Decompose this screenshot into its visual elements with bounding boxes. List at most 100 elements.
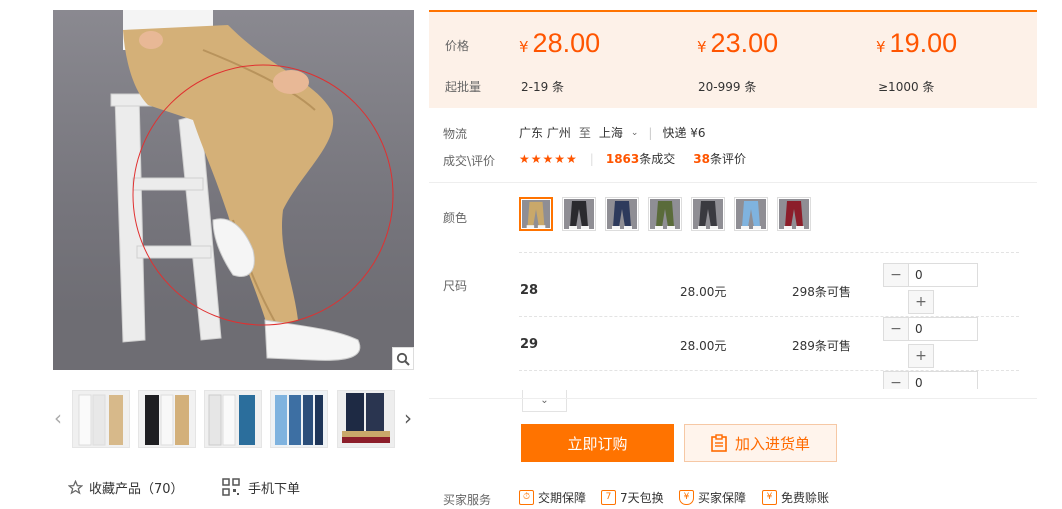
swatch-image — [522, 200, 550, 228]
deals-label: 成交\评价 — [443, 154, 496, 168]
swatch-image — [564, 199, 594, 229]
deal-count: 1863 — [605, 151, 640, 166]
thumbnail-image — [139, 391, 195, 447]
mobile-order-label: 手机下单 — [248, 481, 301, 497]
increase-button[interactable]: + — [908, 290, 934, 314]
thumbnail-image — [73, 391, 129, 447]
color-swatch-burgundy[interactable] — [777, 197, 811, 231]
color-swatch-dark-grey[interactable] — [691, 197, 725, 231]
size-stock: 289条可售 — [792, 339, 851, 353]
magnifier-icon — [396, 352, 410, 366]
size-row: − 0 — [519, 371, 1019, 389]
size-row: 29 28.00元 289条可售 − 0 + — [519, 317, 1019, 371]
rating-stars: ★★★★★ — [519, 151, 578, 166]
shield-icon: ¥ — [679, 489, 694, 505]
thumb-prev-button[interactable]: ‹ — [51, 404, 65, 432]
express-fee: 快递 ¥6 — [662, 126, 706, 140]
color-swatch-army-green[interactable] — [648, 197, 682, 231]
main-product-photo[interactable] — [53, 10, 414, 370]
ship-to-word: 至 — [578, 126, 591, 140]
size-label: 尺码 — [443, 279, 468, 293]
seven-days-icon: 7 — [601, 489, 616, 505]
price-value: 19.00 — [889, 28, 958, 58]
review-count: 38 — [693, 151, 710, 166]
size-price: 28.00元 — [680, 339, 727, 353]
price-tier-3: ¥ 19.00 — [876, 28, 957, 59]
quantity-range: 20-999 条 — [698, 80, 757, 94]
review-suffix[interactable]: 条评价 — [710, 150, 746, 167]
deals-row: ★★★★★ | 1863 条成交 38 条评价 — [519, 150, 746, 167]
service-item[interactable]: ⏱ 交期保障 — [519, 488, 586, 506]
service-label: 免费赊账 — [781, 490, 830, 505]
divider — [429, 182, 1037, 183]
clock-shield-icon: ⏱ — [519, 489, 534, 505]
thumbnail[interactable] — [204, 390, 262, 448]
service-label: 7天包换 — [620, 490, 664, 505]
price-value: 23.00 — [710, 28, 779, 58]
star-outline-icon — [68, 479, 83, 495]
divider — [429, 398, 1037, 399]
service-item[interactable]: ¥ 免费赊账 — [762, 488, 829, 506]
size-value: 29 — [520, 337, 539, 352]
add-to-cart-label: 加入进货单 — [734, 434, 810, 453]
qr-code-icon — [222, 478, 240, 496]
chevron-down-icon: ⌄ — [540, 395, 549, 406]
price-tier-2: ¥ 23.00 — [697, 28, 778, 59]
zoom-button[interactable] — [392, 347, 414, 370]
thumbnail[interactable] — [138, 390, 196, 448]
price-tier-1: ¥ 28.00 — [519, 28, 600, 59]
thumbnail-image — [271, 391, 327, 447]
logistics-label: 物流 — [443, 127, 468, 141]
thumbnail[interactable] — [72, 390, 130, 448]
decrease-button[interactable]: − — [883, 371, 909, 389]
destination-select[interactable]: 上海 ⌄ — [599, 124, 639, 141]
thumbnail[interactable] — [337, 390, 395, 448]
expand-sizes-button[interactable]: ⌄ — [522, 390, 567, 412]
chevron-down-icon: ⌄ — [630, 127, 639, 138]
thumbnail[interactable] — [270, 390, 328, 448]
size-row: 28 28.00元 298条可售 − 0 + — [519, 263, 1019, 317]
favorite-label: 收藏产品（70） — [89, 481, 184, 497]
increase-button[interactable]: + — [908, 344, 934, 368]
destination-value: 上海 — [598, 126, 623, 140]
divider — [519, 252, 1019, 253]
quantity-range: 2-19 条 — [521, 80, 565, 94]
favorite-button[interactable]: 收藏产品（70） — [68, 478, 184, 497]
service-item[interactable]: 7 7天包换 — [601, 488, 664, 506]
separator: | — [589, 151, 594, 166]
credit-icon: ¥ — [762, 489, 777, 505]
color-label: 颜色 — [443, 211, 468, 225]
size-stock: 298条可售 — [792, 285, 851, 299]
swatch-image — [779, 199, 809, 229]
service-label: 买家保障 — [698, 490, 747, 505]
chevron-left-icon: ‹ — [54, 406, 62, 430]
size-value: 28 — [520, 283, 539, 298]
service-label: 交期保障 — [538, 490, 587, 505]
deal-suffix[interactable]: 条成交 — [639, 150, 675, 167]
swatch-image — [736, 199, 766, 229]
color-swatch-light-blue[interactable] — [734, 197, 768, 231]
decrease-button[interactable]: − — [883, 263, 909, 287]
color-swatch-black[interactable] — [562, 197, 596, 231]
logistics-row: 广东 广州 至 上海 ⌄ | 快递 ¥6 — [519, 124, 706, 141]
size-price: 28.00元 — [680, 285, 727, 299]
currency-symbol: ¥ — [697, 38, 707, 56]
quantity-input[interactable]: 0 — [908, 317, 978, 341]
size-table[interactable]: 28 28.00元 298条可售 − 0 + 29 28.00元 289条可售 … — [519, 263, 1019, 389]
services-label: 买家服务 — [443, 493, 492, 507]
currency-symbol: ¥ — [519, 38, 529, 56]
service-item[interactable]: ¥ 买家保障 — [679, 488, 746, 506]
add-to-cart-button[interactable]: 加入进货单 — [684, 424, 837, 462]
color-swatch-khaki[interactable] — [519, 197, 553, 231]
decrease-button[interactable]: − — [883, 317, 909, 341]
thumbnail-image — [338, 391, 394, 447]
quantity-input[interactable]: 0 — [908, 371, 978, 389]
color-swatch-navy[interactable] — [605, 197, 639, 231]
quantity-input[interactable]: 0 — [908, 263, 978, 287]
order-now-label: 立即订购 — [567, 434, 628, 453]
price-label: 价格 — [445, 39, 470, 53]
mobile-order-button[interactable]: 手机下单 — [222, 478, 301, 497]
swatch-image — [693, 199, 723, 229]
order-now-button[interactable]: 立即订购 — [521, 424, 674, 462]
thumb-next-button[interactable]: › — [401, 404, 415, 432]
